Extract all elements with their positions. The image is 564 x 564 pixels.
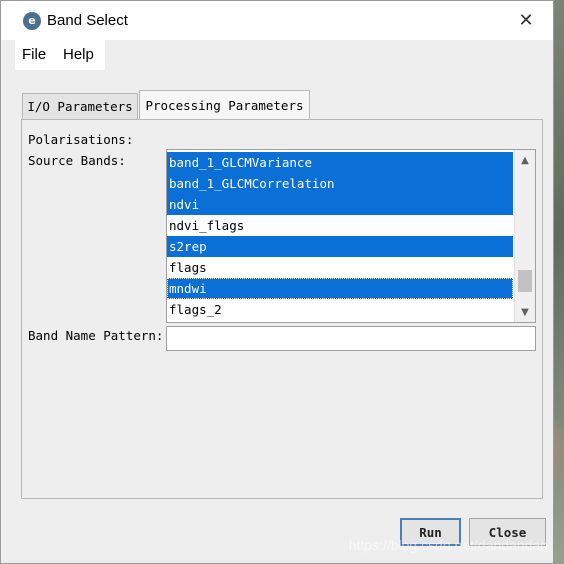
watermark-text: https://blog.csdn.net/dandandan	[348, 537, 548, 553]
scrollbar-thumb[interactable]	[518, 270, 532, 292]
list-item[interactable]: mndwi	[167, 278, 513, 299]
source-bands-label: Source Bands:	[28, 153, 126, 168]
source-bands-list[interactable]: band_1_GLCMVariance band_1_GLCMCorrelati…	[166, 149, 536, 323]
list-scrollbar[interactable]: ▲ ▼	[514, 150, 535, 322]
tab-io-parameters[interactable]: I/O Parameters	[22, 93, 138, 119]
menu-help[interactable]: Help	[63, 46, 94, 63]
close-icon[interactable]: ✕	[515, 9, 537, 31]
chevron-up-icon[interactable]: ▲	[515, 150, 535, 170]
snap-icon: e	[23, 11, 41, 30]
list-item[interactable]: s2rep	[167, 236, 513, 257]
list-item[interactable]: ndvi	[167, 194, 513, 215]
list-item[interactable]: band_1_GLCMCorrelation	[167, 173, 513, 194]
band-name-pattern-label: Band Name Pattern:	[28, 328, 164, 343]
list-item[interactable]: flags_2	[167, 299, 513, 320]
list-item[interactable]: ndvi_flags	[167, 215, 513, 236]
band-name-pattern-field[interactable]	[166, 326, 536, 351]
tab-processing-parameters[interactable]: Processing Parameters	[139, 90, 310, 119]
title-bar: e Band Select ✕	[1, 1, 553, 40]
menu-file[interactable]: File	[22, 46, 46, 63]
list-item[interactable]: flags	[167, 257, 513, 278]
chevron-down-icon[interactable]: ▼	[515, 302, 535, 322]
processing-parameters-panel: Polarisations: Source Bands: band_1_GLCM…	[21, 119, 543, 499]
polarisations-label: Polarisations:	[28, 132, 134, 147]
list-item[interactable]: band_1_GLCMVariance	[167, 152, 513, 173]
band-select-dialog: e Band Select ✕ File Help I/O Parameters…	[0, 0, 554, 564]
menu-bar: File Help	[1, 40, 553, 70]
window-title: Band Select	[47, 12, 128, 29]
